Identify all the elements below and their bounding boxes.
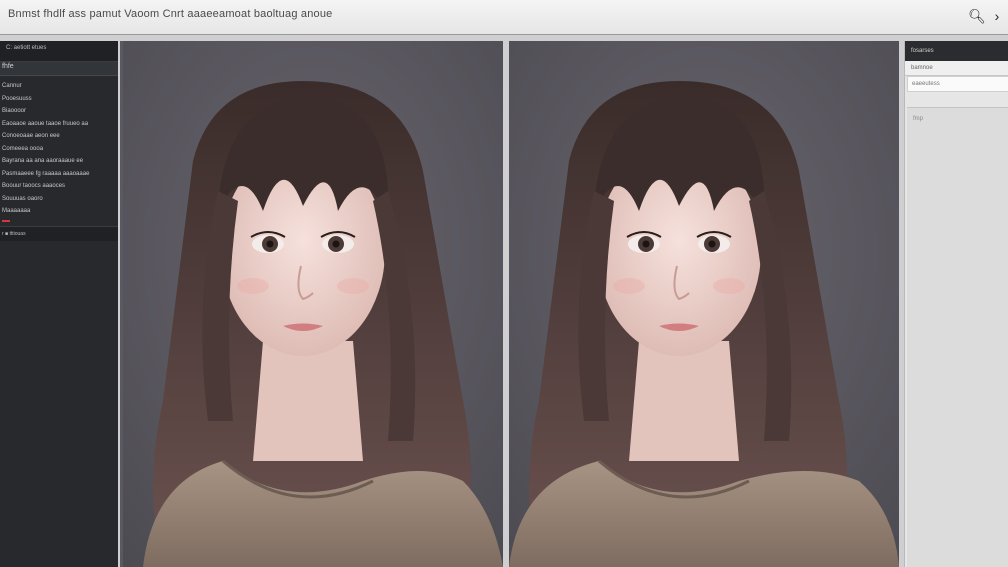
list-item[interactable]: Cannur: [0, 80, 118, 93]
list-item[interactable]: Biaoooor: [0, 105, 118, 118]
selection-marker: [2, 219, 10, 222]
panel-filter-field[interactable]: fhfe: [0, 62, 118, 76]
properties-content: fmp: [907, 107, 1008, 567]
properties-tab[interactable]: bamnoe: [905, 61, 1008, 76]
list-item[interactable]: Pooesuuss: [0, 93, 118, 106]
image-viewport-original[interactable]: [123, 41, 503, 567]
properties-field[interactable]: eaeeutess: [907, 76, 1008, 92]
search-icon[interactable]: 🔍︎: [968, 7, 986, 25]
top-toolbar: Bnmst fhdlf ass pamut Vaoom Cnrt aaaeeam…: [0, 0, 1008, 35]
list-item[interactable]: Comeeea oooa: [0, 143, 118, 156]
panel-header: C: aetiott etues: [0, 41, 118, 62]
right-properties-panel: fosarses bamnoe eaeeutess fmp: [904, 41, 1008, 567]
list-item[interactable]: Maaaaaaa: [0, 205, 118, 218]
properties-label: fmp: [913, 116, 924, 122]
list-item[interactable]: Souuuas oaoro: [0, 193, 118, 206]
panel-item-list: Cannur Pooesuuss Biaoooor Eaoaaoe aaoue …: [0, 76, 118, 222]
menu-bar-text[interactable]: Bnmst fhdlf ass pamut Vaoom Cnrt aaaeeam…: [8, 8, 332, 20]
panel-footer: r ■ tttiouas: [0, 225, 118, 241]
left-layer-panel: C: aetiott etues fhfe Cannur Pooesuuss B…: [0, 41, 120, 567]
list-item[interactable]: Pasmaaeee fg raaaaa aaaoaaae: [0, 168, 118, 181]
list-item[interactable]: Boouur taoocs aaaoces: [0, 180, 118, 193]
image-viewport-result[interactable]: [509, 41, 899, 567]
chevron-right-icon[interactable]: ›: [988, 7, 1006, 25]
list-item[interactable]: Bayrana aa ana aaoraaaue ee: [0, 155, 118, 168]
portrait-image: [123, 41, 503, 567]
list-item[interactable]: Eaoaaoe aaoue taaoe fruueo aa: [0, 118, 118, 131]
list-item[interactable]: Conoeoaae aeon eee: [0, 130, 118, 143]
properties-header: fosarses: [905, 41, 1008, 61]
portrait-image-result: [509, 41, 899, 567]
